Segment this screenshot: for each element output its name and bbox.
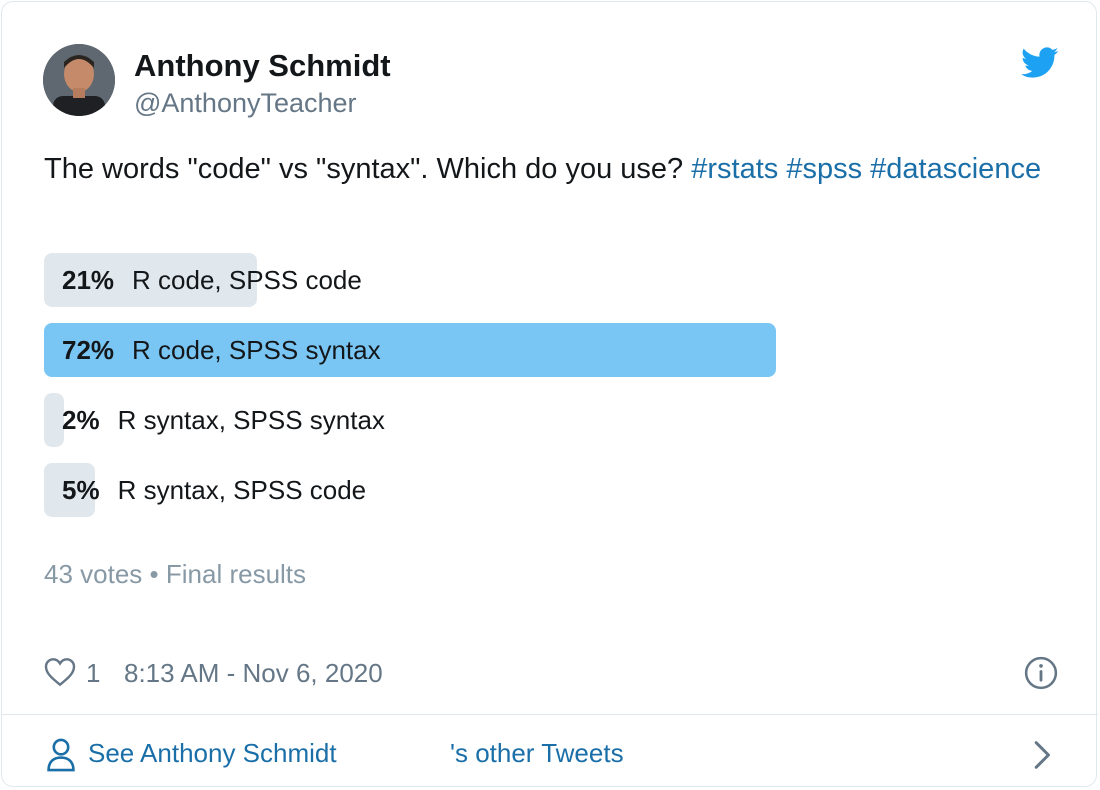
see-tweets-label[interactable]: See Anthony Schmidt [88,738,337,769]
heart-icon[interactable] [44,657,76,687]
vote-count: 43 votes [44,559,143,589]
hashtag-datascience[interactable]: #datascience [870,153,1041,185]
tweet-card: Anthony Schmidt @AnthonyTeacher The word… [1,1,1098,787]
poll-choice: R code, SPSS code [132,265,362,295]
poll-percent: 21% [62,265,115,295]
poll: 21% R code, SPSS code 72% R code, SPSS syn… [44,253,1054,533]
poll-option-label: 21% R code, SPSS code [62,253,362,307]
timestamp[interactable]: 8:13 AM - Nov 6, 2020 [124,658,383,689]
poll-choice: R syntax, SPSS code [117,475,367,505]
avatar[interactable] [43,44,115,116]
chevron-right-icon[interactable] [1032,740,1054,770]
hashtag-rstats[interactable]: #rstats [691,153,778,185]
poll-option-label: 5% R syntax, SPSS code [62,463,366,517]
poll-option: 2% R syntax, SPSS syntax [44,393,1054,447]
poll-option: 72% R code, SPSS syntax [44,323,1054,377]
person-icon [47,738,75,772]
author-name[interactable]: Anthony Schmidt [134,48,391,84]
poll-option-label: 2% R syntax, SPSS syntax [62,393,385,447]
like-count[interactable]: 1 [86,658,100,689]
poll-summary: 43 votes • Final results [44,559,306,590]
see-other-tweets-link[interactable]: See Anthony Schmidt 's other Tweets [46,734,1056,774]
divider [2,714,1098,715]
poll-option: 5% R syntax, SPSS code [44,463,1054,517]
tweet-body: The words "code" vs "syntax". Which do y… [44,153,692,185]
poll-bar [44,393,64,447]
separator-dot: • [149,559,159,589]
twitter-bird-icon[interactable] [1021,46,1059,80]
poll-choice: R syntax, SPSS syntax [117,405,385,435]
poll-choice: R code, SPSS syntax [132,335,381,365]
poll-percent: 72% [62,335,115,365]
info-icon[interactable] [1024,656,1058,690]
poll-option-label: 72% R code, SPSS syntax [62,323,381,377]
see-tweets-label-suffix[interactable]: 's other Tweets [450,738,624,769]
poll-percent: 5% [62,475,100,505]
hashtag-spss[interactable]: #spss [786,153,862,185]
author-handle[interactable]: @AnthonyTeacher [134,88,357,119]
tweet-text: The words "code" vs "syntax". Which do y… [44,147,1054,191]
poll-status: Final results [165,559,307,589]
tweet-footer: 1 8:13 AM - Nov 6, 2020 [44,654,1060,694]
poll-percent: 2% [62,405,100,435]
poll-option: 21% R code, SPSS code [44,253,1054,307]
